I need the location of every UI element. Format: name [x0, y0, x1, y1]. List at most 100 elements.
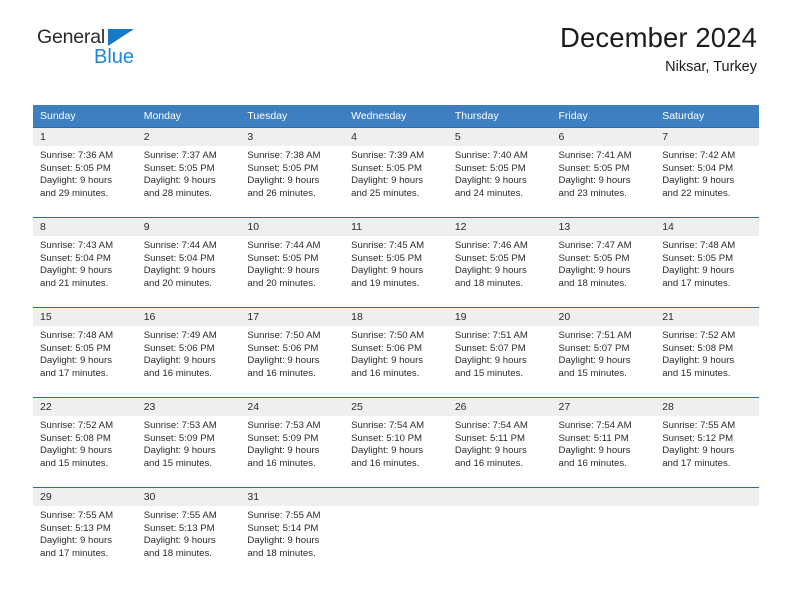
calendar-header-row: Sunday Monday Tuesday Wednesday Thursday…	[33, 105, 759, 127]
calendar-day-cell[interactable]: 10 Sunrise: 7:44 AM Sunset: 5:05 PM Dayligh…	[240, 217, 345, 307]
calendar-cell: 8 Sunrise: 7:43 AM Sunset: 5:04 PM Daylight…	[33, 217, 137, 307]
calendar-cell: 4 Sunrise: 7:39 AM Sunset: 5:05 PM Daylight…	[344, 127, 448, 217]
calendar-day-cell[interactable]: 8 Sunrise: 7:43 AM Sunset: 5:04 PM Daylight…	[33, 217, 137, 307]
daylight-text-line2: and 15 minutes.	[662, 367, 731, 379]
day-details: Sunrise: 7:50 AM Sunset: 5:06 PM Daylight:…	[240, 326, 344, 380]
sunrise-text: Sunrise: 7:44 AM	[247, 240, 321, 251]
calendar-day-cell[interactable]: 21 Sunrise: 7:52 AM Sunset: 5:08 PM Dayligh…	[655, 307, 759, 397]
calendar-cell: 5 Sunrise: 7:40 AM Sunset: 5:05 PM Daylight…	[447, 127, 552, 217]
sunset-text: Sunset: 5:05 PM	[247, 162, 319, 174]
daylight-text-line2: and 18 minutes.	[143, 547, 212, 559]
calendar-day-cell[interactable]: 3 Sunrise: 7:38 AM Sunset: 5:05 PM Daylight…	[240, 127, 345, 217]
sunrise-text: Sunrise: 7:40 AM	[454, 150, 528, 161]
calendar-day-cell[interactable]: 19 Sunrise: 7:51 AM Sunset: 5:07 PM Dayligh…	[447, 307, 552, 397]
calendar-day-cell[interactable]: 23 Sunrise: 7:53 AM Sunset: 5:09 PM Dayligh…	[136, 397, 241, 487]
day-number: 2	[136, 128, 241, 146]
calendar-day-cell[interactable]: 18 Sunrise: 7:50 AM Sunset: 5:06 PM Dayligh…	[344, 307, 448, 397]
calendar-day-cell[interactable]: 1 Sunrise: 7:36 AM Sunset: 5:05 PM Daylight…	[33, 127, 137, 217]
daylight-text-line1: Daylight: 9 hours	[40, 355, 112, 367]
daylight-text-line2: and 26 minutes.	[247, 187, 316, 199]
day-details: Sunrise: 7:37 AM Sunset: 5:05 PM Daylight:…	[137, 146, 241, 200]
calendar-day-cell[interactable]: 27 Sunrise: 7:54 AM Sunset: 5:11 PM Dayligh…	[551, 397, 656, 487]
calendar-day-cell[interactable]: 9 Sunrise: 7:44 AM Sunset: 5:04 PM Daylight…	[136, 217, 241, 307]
sunrise-text: Sunrise: 7:55 AM	[143, 510, 217, 521]
day-details: Sunrise: 7:51 AM Sunset: 5:07 PM Daylight:…	[552, 326, 656, 380]
general-blue-logo[interactable]: General Blue	[37, 27, 217, 80]
calendar-day-cell[interactable]: 28 Sunrise: 7:55 AM Sunset: 5:12 PM Dayligh…	[655, 397, 759, 487]
daylight-text-line1: Daylight: 9 hours	[662, 265, 735, 277]
calendar-day-cell[interactable]: 29 Sunrise: 7:55 AM Sunset: 5:13 PM Dayligh…	[33, 487, 137, 577]
daylight-text-line2: and 16 minutes.	[247, 457, 316, 469]
calendar-day-cell[interactable]: 14 Sunrise: 7:48 AM Sunset: 5:05 PM Dayligh…	[655, 217, 759, 307]
calendar-cell: 9 Sunrise: 7:44 AM Sunset: 5:04 PM Daylight…	[136, 217, 241, 307]
daylight-text-line2: and 15 minutes.	[558, 367, 627, 379]
calendar-cell: 11 Sunrise: 7:45 AM Sunset: 5:05 PM Dayligh…	[344, 217, 448, 307]
sunset-text: Sunset: 5:11 PM	[558, 432, 629, 444]
calendar-day-cell[interactable]: 6 Sunrise: 7:41 AM Sunset: 5:05 PM Daylight…	[551, 127, 656, 217]
daylight-text-line1: Daylight: 9 hours	[40, 265, 112, 277]
daylight-text-line2: and 23 minutes.	[558, 187, 627, 199]
sunrise-text: Sunrise: 7:53 AM	[247, 420, 321, 431]
calendar-day-cell[interactable]: 20 Sunrise: 7:51 AM Sunset: 5:07 PM Dayligh…	[551, 307, 656, 397]
daylight-text-line1: Daylight: 9 hours	[662, 175, 735, 187]
day-number: 11	[344, 218, 448, 236]
day-number: 3	[240, 128, 345, 146]
day-details: Sunrise: 7:51 AM Sunset: 5:07 PM Daylight:…	[448, 326, 552, 380]
calendar-day-cell[interactable]: 13 Sunrise: 7:47 AM Sunset: 5:05 PM Dayligh…	[551, 217, 656, 307]
calendar-day-cell[interactable]: 25 Sunrise: 7:54 AM Sunset: 5:10 PM Dayligh…	[344, 397, 448, 487]
sunset-text: Sunset: 5:04 PM	[143, 252, 215, 264]
calendar-day-cell[interactable]: 7 Sunrise: 7:42 AM Sunset: 5:04 PM Daylight…	[655, 127, 759, 217]
sunset-text: Sunset: 5:05 PM	[558, 162, 630, 174]
page-header: General Blue December 2024 Niksar, Turke…	[33, 0, 759, 75]
weekday-header-sunday: Sunday	[33, 105, 137, 127]
day-number: 16	[136, 308, 241, 326]
logo-triangle-icon	[108, 29, 134, 46]
calendar-day-cell[interactable]: 12 Sunrise: 7:46 AM Sunset: 5:05 PM Dayligh…	[447, 217, 552, 307]
calendar-week-row: 8 Sunrise: 7:43 AM Sunset: 5:04 PM Daylight…	[33, 217, 759, 307]
calendar-week-row: 15 Sunrise: 7:48 AM Sunset: 5:05 PM Dayligh…	[33, 307, 759, 397]
calendar-day-cell[interactable]: 2 Sunrise: 7:37 AM Sunset: 5:05 PM Daylight…	[136, 127, 241, 217]
calendar-day-cell[interactable]: 5 Sunrise: 7:40 AM Sunset: 5:05 PM Daylight…	[447, 127, 552, 217]
calendar-day-cell[interactable]: 26 Sunrise: 7:54 AM Sunset: 5:11 PM Dayligh…	[447, 397, 552, 487]
calendar-cell: 18 Sunrise: 7:50 AM Sunset: 5:06 PM Dayligh…	[344, 307, 448, 397]
calendar-cell: 19 Sunrise: 7:51 AM Sunset: 5:07 PM Dayligh…	[447, 307, 552, 397]
day-details: Sunrise: 7:38 AM Sunset: 5:05 PM Daylight:…	[240, 146, 344, 200]
calendar-day-cell[interactable]: 17 Sunrise: 7:50 AM Sunset: 5:06 PM Dayligh…	[240, 307, 345, 397]
day-details	[655, 506, 759, 510]
calendar-day-cell[interactable]: 31 Sunrise: 7:55 AM Sunset: 5:14 PM Dayligh…	[240, 487, 345, 577]
daylight-text-line1: Daylight: 9 hours	[40, 445, 112, 457]
daylight-text-line1: Daylight: 9 hours	[247, 175, 320, 187]
calendar-day-cell[interactable]: 15 Sunrise: 7:48 AM Sunset: 5:05 PM Dayligh…	[33, 307, 137, 397]
calendar-day-cell[interactable]: 4 Sunrise: 7:39 AM Sunset: 5:05 PM Daylight…	[344, 127, 448, 217]
weekday-header-friday: Friday	[551, 105, 656, 127]
daylight-text-line1: Daylight: 9 hours	[662, 445, 735, 457]
calendar-day-cell[interactable]: 22 Sunrise: 7:52 AM Sunset: 5:08 PM Dayligh…	[33, 397, 137, 487]
calendar-cell: 2 Sunrise: 7:37 AM Sunset: 5:05 PM Daylight…	[136, 127, 241, 217]
sunset-text: Sunset: 5:05 PM	[40, 342, 111, 354]
calendar-day-cell[interactable]: 24 Sunrise: 7:53 AM Sunset: 5:09 PM Dayligh…	[240, 397, 345, 487]
sunset-text: Sunset: 5:10 PM	[351, 432, 423, 444]
daylight-text-line2: and 20 minutes.	[143, 277, 212, 289]
sunrise-text: Sunrise: 7:47 AM	[558, 240, 632, 251]
calendar-cell: 24 Sunrise: 7:53 AM Sunset: 5:09 PM Dayligh…	[240, 397, 345, 487]
sunset-text: Sunset: 5:05 PM	[351, 252, 423, 264]
day-details: Sunrise: 7:53 AM Sunset: 5:09 PM Daylight:…	[240, 416, 344, 470]
day-details: Sunrise: 7:55 AM Sunset: 5:13 PM Daylight:…	[137, 506, 241, 560]
weekday-header-saturday: Saturday	[655, 105, 759, 127]
calendar-cell: 23 Sunrise: 7:53 AM Sunset: 5:09 PM Dayligh…	[136, 397, 241, 487]
daylight-text-line1: Daylight: 9 hours	[143, 265, 216, 277]
day-details: Sunrise: 7:42 AM Sunset: 5:04 PM Daylight:…	[655, 146, 759, 200]
daylight-text-line1: Daylight: 9 hours	[143, 535, 216, 547]
calendar-cell: 1 Sunrise: 7:36 AM Sunset: 5:05 PM Daylight…	[33, 127, 137, 217]
day-number: 22	[33, 398, 137, 416]
calendar-day-cell[interactable]: 16 Sunrise: 7:49 AM Sunset: 5:06 PM Dayligh…	[136, 307, 241, 397]
day-details: Sunrise: 7:55 AM Sunset: 5:14 PM Daylight:…	[240, 506, 344, 560]
calendar-day-cell[interactable]: 11 Sunrise: 7:45 AM Sunset: 5:05 PM Dayligh…	[344, 217, 448, 307]
day-number	[551, 488, 656, 506]
sunrise-text: Sunrise: 7:55 AM	[247, 510, 321, 521]
daylight-text-line2: and 18 minutes.	[247, 547, 316, 559]
day-details: Sunrise: 7:41 AM Sunset: 5:05 PM Daylight:…	[552, 146, 656, 200]
day-details: Sunrise: 7:44 AM Sunset: 5:05 PM Daylight:…	[240, 236, 344, 290]
calendar-day-cell[interactable]: 30 Sunrise: 7:55 AM Sunset: 5:13 PM Dayligh…	[136, 487, 241, 577]
sunset-text: Sunset: 5:06 PM	[247, 342, 319, 354]
